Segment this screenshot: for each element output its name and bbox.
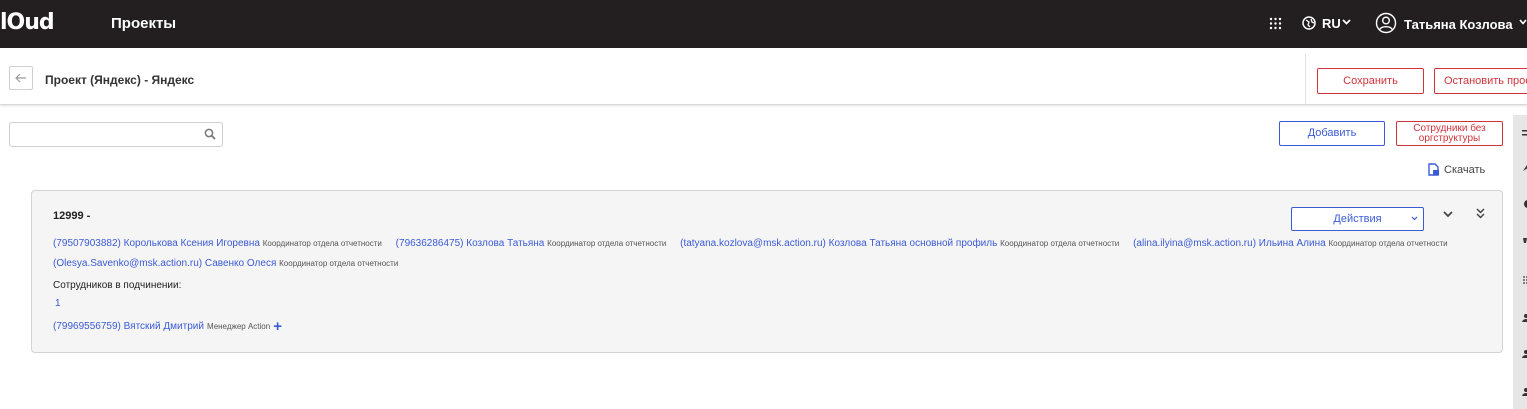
project-title: Проект (Яндекс) - Яндекс <box>45 73 195 87</box>
apps-grid-icon[interactable] <box>1269 17 1282 30</box>
chevron-down-icon[interactable] <box>1443 211 1453 218</box>
member-link[interactable]: (alina.ilyina@msk.action.ru) Ильина Алин… <box>1133 238 1326 249</box>
member-link[interactable]: (79507903882) Королькова Ксения Игоревна <box>53 238 260 249</box>
member-link[interactable]: (79636286475) Козлова Татьяна <box>396 238 545 249</box>
project-header: Проект (Яндекс) - Яндекс Сохранить Остан… <box>0 54 1527 105</box>
actions-label: Действия <box>1333 213 1382 225</box>
user-circle-icon[interactable] <box>1375 12 1397 34</box>
subordinate-item: (79969556759) Вятский Дмитрий Менеджер A… <box>53 319 282 334</box>
member-item: (79507903882) Королькова Ксения Игоревна… <box>53 238 382 249</box>
globe-icon[interactable] <box>1302 16 1316 30</box>
download-label: Скачать <box>1444 163 1486 176</box>
member-item: (alina.ilyina@msk.action.ru) Ильина Алин… <box>1133 238 1448 249</box>
dots-icon[interactable] <box>1522 275 1527 285</box>
stop-project-button[interactable]: Остановить проек <box>1434 68 1527 94</box>
add-button[interactable]: Добавить <box>1279 121 1385 146</box>
member-role: Координатор отдела отчетности <box>1328 239 1448 248</box>
member-list: (79507903882) Королькова Ксения Игоревна… <box>53 234 1478 274</box>
right-side-toolbar <box>1513 115 1527 409</box>
member-role: Координатор отдела отчетности <box>262 239 382 248</box>
member-link[interactable]: (tatyana.kozlova@msk.action.ru) Козлова … <box>680 238 997 249</box>
rocket-icon[interactable] <box>1522 163 1527 173</box>
search-field[interactable] <box>9 122 223 147</box>
back-button[interactable] <box>9 66 33 90</box>
user-name[interactable]: Татьяна Козлова <box>1404 17 1513 32</box>
language-selector[interactable]: RU <box>1322 16 1341 31</box>
user-icon[interactable] <box>1522 313 1527 323</box>
member-role: Координатор отдела отчетности <box>1000 239 1120 248</box>
employees-without-orgstructure-button[interactable]: Сотрудники без оргструктуры <box>1396 121 1503 146</box>
top-navbar: lOud Проекты RU Татьяна Козлова <box>0 0 1527 48</box>
search-input[interactable] <box>16 123 200 147</box>
download-link[interactable]: Скачать <box>1427 163 1485 176</box>
user-icon[interactable] <box>1522 349 1527 359</box>
subordinate-role: Менеджер Action <box>206 322 271 331</box>
header-divider <box>1305 54 1306 104</box>
plus-icon[interactable]: + <box>273 319 282 334</box>
user-icon[interactable] <box>1522 387 1527 397</box>
actions-dropdown[interactable]: Действия <box>1291 207 1424 231</box>
member-role: Координатор отдела отчетности <box>279 259 399 268</box>
member-item: (Olesya.Savenko@msk.action.ru) Савенко О… <box>53 258 398 269</box>
search-icon[interactable] <box>204 128 216 140</box>
chevron-down-icon <box>1411 216 1418 221</box>
nav-projects-link[interactable]: Проекты <box>111 15 176 32</box>
org-unit-card: 12999 - Действия (79507903882) Корольков… <box>31 190 1503 353</box>
save-button[interactable]: Сохранить <box>1317 68 1424 94</box>
org-unit-title: 12999 - <box>53 210 91 222</box>
gear-icon[interactable] <box>1522 199 1527 209</box>
hand-icon[interactable] <box>1522 235 1527 245</box>
chevron-down-icon[interactable] <box>1342 19 1351 25</box>
member-role: Координатор отдела отчетности <box>547 239 667 248</box>
menu-icon[interactable] <box>1522 129 1527 139</box>
arrow-left-icon <box>15 73 26 83</box>
subordinates-count[interactable]: 1 <box>55 298 61 309</box>
brand-logo[interactable]: lOud <box>0 10 55 35</box>
file-download-icon <box>1428 163 1439 176</box>
double-chevron-down-icon[interactable] <box>1476 208 1485 219</box>
button-label-line: оргструктуры <box>1418 133 1481 144</box>
chevron-down-icon[interactable] <box>1519 19 1527 25</box>
subordinates-label: Сотрудников в подчинении: <box>53 280 182 291</box>
subordinate-link[interactable]: (79969556759) Вятский Дмитрий <box>53 321 204 332</box>
member-link[interactable]: (Olesya.Savenko@msk.action.ru) Савенко О… <box>53 258 276 269</box>
member-item: (79636286475) Козлова Татьяна Координато… <box>396 238 667 249</box>
member-item: (tatyana.kozlova@msk.action.ru) Козлова … <box>680 238 1119 249</box>
